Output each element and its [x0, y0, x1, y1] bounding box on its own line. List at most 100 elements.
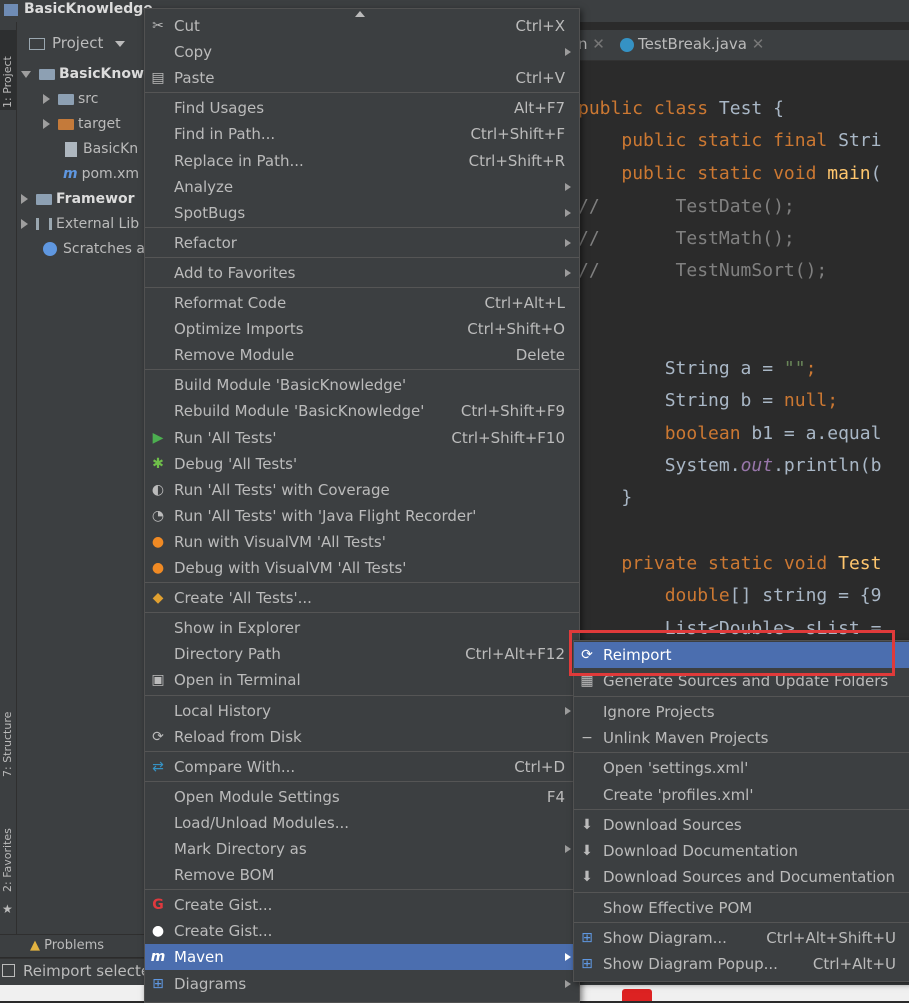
menu-item-compare-with[interactable]: ⇄ Compare With... Ctrl+D: [145, 754, 579, 780]
chevron-right-icon[interactable]: [43, 94, 50, 104]
favorites-tab[interactable]: 2: Favorites: [1, 828, 14, 892]
menu-item-label: Open in Terminal: [174, 671, 301, 690]
menu-item-shortcut: Ctrl+Shift+O: [467, 320, 565, 339]
chevron-right-icon[interactable]: [21, 219, 28, 229]
menu-item-label: Analyze: [174, 177, 234, 196]
menu-item-open-settings-xml[interactable]: Open 'settings.xml': [574, 755, 909, 781]
menu-item-label: Copy: [174, 43, 213, 62]
menu-item-shortcut: Ctrl+Alt+L: [484, 294, 566, 312]
menu-item-remove-bom[interactable]: Remove BOM: [145, 862, 579, 888]
editor-tab-1[interactable]: n ✕: [578, 35, 605, 53]
menu-item-create-gist[interactable]: ● Create Gist...: [145, 918, 579, 944]
menu-item-debug-all-tests[interactable]: ✱ Debug 'All Tests': [145, 451, 579, 477]
menu-item-run-all-tests-with-java-flight-recorder[interactable]: ◔ Run 'All Tests' with 'Java Flight Recor…: [145, 503, 579, 529]
menu-item-reformat-code[interactable]: Reformat Code Ctrl+Alt+L: [145, 290, 579, 316]
chevron-down-icon[interactable]: [21, 70, 31, 78]
menu-item-shortcut: Alt+F7: [513, 99, 565, 118]
menu-item-label: Add to Favorites: [174, 263, 296, 282]
menu-item-show-diagram[interactable]: ⊞ Show Diagram... Ctrl+Alt+Shift+U: [574, 925, 909, 951]
menu-item-optimize-imports[interactable]: Optimize Imports Ctrl+Shift+O: [145, 316, 579, 342]
menu-item-download-sources[interactable]: ⬇ Download Sources: [574, 812, 909, 838]
menu-item-build-module-basicknowledge[interactable]: Build Module 'BasicKnowledge': [145, 372, 579, 398]
menu-item-refactor[interactable]: Refactor: [145, 230, 579, 256]
chevron-right-icon[interactable]: [21, 194, 28, 204]
chevron-right-icon[interactable]: [43, 119, 50, 129]
chevron-down-icon[interactable]: [115, 41, 125, 47]
taskbar-app-icon[interactable]: [622, 989, 652, 1001]
tree-item-framework[interactable]: Framewor: [21, 187, 135, 211]
menu-item-show-effective-pom[interactable]: Show Effective POM: [574, 895, 909, 921]
tree-item-iml[interactable]: BasicKn: [65, 137, 138, 161]
menu-item-open-in-terminal[interactable]: ▣ Open in Terminal: [145, 667, 579, 693]
status-toggle-icon[interactable]: [2, 964, 15, 977]
menu-item-create-profiles-xml[interactable]: Create 'profiles.xml': [574, 782, 909, 808]
menu-item-add-to-favorites[interactable]: Add to Favorites: [145, 260, 579, 286]
menu-item-label: Debug with VisualVM 'All Tests': [174, 559, 407, 577]
menu-item-directory-path[interactable]: Directory Path Ctrl+Alt+F12: [145, 641, 579, 667]
download-icon: ⬇: [581, 816, 593, 833]
scissors-icon: ✂: [152, 18, 164, 34]
menu-item-download-sources-and-documentation[interactable]: ⬇ Download Sources and Documentation: [574, 864, 909, 890]
tree-item-basicknowledge[interactable]: BasicKnow: [21, 62, 144, 86]
menu-item-copy[interactable]: Copy: [145, 39, 579, 65]
diagram-icon: ⊞: [581, 930, 593, 946]
star-icon: ★: [2, 902, 13, 916]
menu-item-create-gist[interactable]: G Create Gist...: [145, 892, 579, 918]
menu-item-run-all-tests-with-coverage[interactable]: ◐ Run 'All Tests' with Coverage: [145, 477, 579, 503]
menu-item-mark-directory-as[interactable]: Mark Directory as: [145, 836, 579, 862]
menu-item-reload-from-disk[interactable]: ⟳ Reload from Disk: [145, 724, 579, 750]
menu-item-show-diagram-popup[interactable]: ⊞ Show Diagram Popup... Ctrl+Alt+U: [574, 951, 909, 977]
menu-item-label: Show in Explorer: [174, 619, 301, 638]
menu-separator: [145, 92, 579, 94]
menu-item-replace-in-path[interactable]: Replace in Path... Ctrl+Shift+R: [145, 148, 579, 174]
menu-item-label: Directory Path: [174, 645, 281, 664]
menu-item-find-in-path[interactable]: Find in Path... Ctrl+Shift+F: [145, 121, 579, 147]
menu-separator: [574, 808, 909, 810]
project-icon: [4, 4, 18, 16]
code-line: boolean b1 = a.equal: [664, 423, 882, 444]
chevron-right-icon: [565, 706, 571, 715]
github-icon: ●: [151, 923, 165, 940]
menu-item-diagrams[interactable]: ⊞ Diagrams: [145, 971, 579, 997]
menu-item-download-documentation[interactable]: ⬇ Download Documentation: [574, 838, 909, 864]
menu-item-analyze[interactable]: Analyze: [145, 174, 579, 200]
menu-item-shortcut: Ctrl+Shift+F9: [460, 402, 565, 421]
project-panel-header: Project: [17, 32, 145, 58]
menu-item-load-unload-modules[interactable]: Load/Unload Modules...: [145, 810, 579, 836]
visualvm-debug-icon: ●: [151, 560, 165, 576]
menu-item-create-all-tests[interactable]: ◆ Create 'All Tests'...: [145, 585, 579, 611]
menu-item-maven[interactable]: m Maven: [145, 944, 579, 971]
menu-item-local-history[interactable]: Local History: [145, 698, 579, 724]
menu-item-label: Find in Path...: [174, 125, 276, 144]
menu-item-rebuild-module-basicknowledge[interactable]: Rebuild Module 'BasicKnowledge' Ctrl+Shif…: [145, 398, 579, 424]
tree-item-src[interactable]: src: [43, 87, 98, 111]
menu-item-spotbugs[interactable]: SpotBugs: [145, 200, 579, 226]
project-tool-tab[interactable]: 1: Project: [0, 30, 16, 110]
iml-file-icon: [65, 141, 77, 157]
menu-item-unlink-maven-projects[interactable]: − Unlink Maven Projects: [574, 725, 909, 751]
tree-item-external-libraries[interactable]: External Lib: [21, 212, 139, 236]
menu-item-show-in-explorer[interactable]: Show in Explorer: [145, 615, 579, 641]
menu-item-paste[interactable]: ▤ Paste Ctrl+V: [145, 65, 579, 91]
menu-item-remove-module[interactable]: Remove Module Delete: [145, 342, 579, 368]
structure-tab[interactable]: 7: Structure: [1, 712, 14, 777]
menu-item-label: Show Effective POM: [603, 898, 753, 917]
coverage-icon: ◐: [151, 481, 165, 498]
tree-item-target[interactable]: target: [43, 112, 121, 136]
project-view-label[interactable]: Project: [52, 34, 103, 52]
tree-item-scratches[interactable]: Scratches a: [43, 237, 145, 261]
menu-item-run-all-tests[interactable]: ▶ Run 'All Tests' Ctrl+Shift+F10: [145, 425, 579, 451]
problems-tab[interactable]: ▲ Problems: [30, 938, 104, 953]
menu-item-find-usages[interactable]: Find Usages Alt+F7: [145, 95, 579, 121]
close-icon[interactable]: ✕: [752, 35, 765, 53]
menu-item-run-with-visualvm-all-tests[interactable]: ● Run with VisualVM 'All Tests': [145, 529, 579, 555]
close-icon[interactable]: ✕: [592, 35, 605, 53]
menu-item-ignore-projects[interactable]: Ignore Projects: [574, 699, 909, 725]
menu-separator: [145, 226, 579, 228]
menu-item-debug-with-visualvm-all-tests[interactable]: ● Debug with VisualVM 'All Tests': [145, 555, 579, 581]
menu-item-cut[interactable]: ✂ Cut Ctrl+X: [145, 13, 579, 39]
editor-tab-testbreak[interactable]: TestBreak.java ✕: [620, 35, 764, 53]
tree-item-pom[interactable]: m pom.xm: [63, 162, 139, 186]
chevron-right-icon: [565, 182, 571, 191]
menu-item-open-module-settings[interactable]: Open Module Settings F4: [145, 784, 579, 810]
